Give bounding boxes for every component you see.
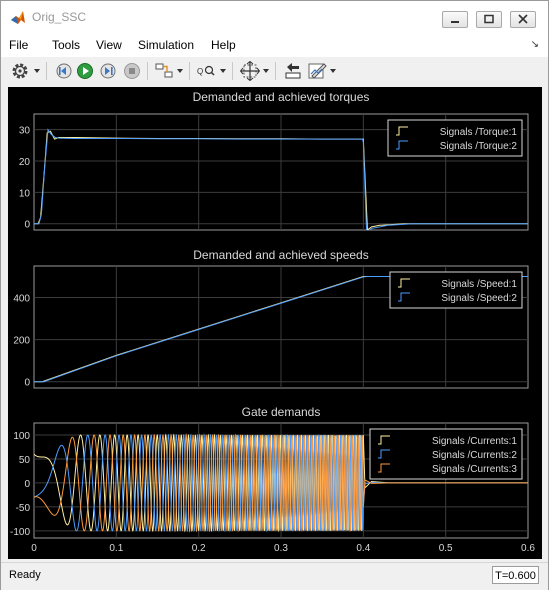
style-button[interactable] xyxy=(307,61,327,81)
y-tick-label: 20 xyxy=(19,157,31,168)
y-tick-label: 0 xyxy=(24,220,30,231)
run-button[interactable] xyxy=(75,61,95,81)
legend-entry: Signals /Currents:3 xyxy=(432,464,517,475)
step-back-icon xyxy=(56,63,72,79)
stop-icon xyxy=(124,63,140,79)
scope-display[interactable]: Demanded and achieved torques 0 10 20 30 Sign… xyxy=(8,87,542,559)
toolbar-separator xyxy=(147,62,148,80)
matlab-logo-icon xyxy=(11,11,25,24)
highlight-dropdown-caret[interactable] xyxy=(177,69,183,73)
minimize-button[interactable] xyxy=(442,11,468,28)
settings-dropdown-caret[interactable] xyxy=(34,69,40,73)
legend[interactable]: Signals /Torque:1 Signals /Torque:2 xyxy=(387,119,523,157)
menu-bar: File Tools View Simulation Help ↘ xyxy=(1,33,548,57)
y-tick-label: 0 xyxy=(24,479,30,490)
scope-window: Orig_SSC File Tools View Simulation Help… xyxy=(0,0,549,590)
y-tick-label: -100 xyxy=(10,527,30,538)
fit-to-view-button[interactable] xyxy=(240,61,260,81)
legend-entry: Signals /Currents:2 xyxy=(432,450,517,461)
x-tick-label: 0.1 xyxy=(109,543,123,554)
close-button[interactable] xyxy=(510,11,536,28)
cursor-measurement-button[interactable] xyxy=(283,61,303,81)
menu-help[interactable]: Help xyxy=(211,38,236,52)
legend-entry: Signals /Torque:1 xyxy=(440,127,518,138)
status-text: Ready xyxy=(9,569,41,581)
scope-axes-2[interactable]: Demanded and achieved speeds 0 200 400 Signa… xyxy=(13,248,529,389)
legend-entry: Signals /Torque:2 xyxy=(440,141,518,152)
dock-icon[interactable]: ↘ xyxy=(531,39,539,50)
x-tick-label: 0.3 xyxy=(274,543,288,554)
x-tick-label: 0.6 xyxy=(521,543,535,554)
zoom-icon: Q xyxy=(197,65,215,76)
status-bar: Ready T=0.600 xyxy=(1,562,548,590)
y-tick-label: -50 xyxy=(16,503,31,514)
menu-tools[interactable]: Tools xyxy=(52,38,80,52)
y-tick-label: 10 xyxy=(19,188,31,199)
cursor-measurement-icon xyxy=(285,63,301,79)
scope-plots[interactable]: Demanded and achieved torques 0 10 20 30 Sign… xyxy=(8,87,542,559)
scope-axes-1[interactable]: Demanded and achieved torques 0 10 20 30 Sign… xyxy=(19,90,529,233)
menu-view[interactable]: View xyxy=(96,38,122,52)
fit-to-view-icon xyxy=(240,61,260,81)
toolbar-separator xyxy=(232,62,233,80)
highlight-block-button[interactable] xyxy=(154,61,174,81)
legend-entry: Signals /Speed:2 xyxy=(441,293,517,304)
legend[interactable]: Signals /Speed:1 Signals /Speed:2 xyxy=(389,271,523,309)
legend-entry: Signals /Speed:1 xyxy=(441,279,517,290)
y-tick-label: 50 xyxy=(19,455,31,466)
scope-axes-3[interactable]: Gate demands -100 -50 0 50 100 0 0.1 0.2 0.3 0.4 0.… xyxy=(10,405,535,554)
y-tick-label: 200 xyxy=(13,336,30,347)
y-tick-label: 100 xyxy=(13,431,30,442)
stop-button[interactable] xyxy=(122,61,142,81)
run-icon xyxy=(77,63,93,79)
x-tick-label: 0.2 xyxy=(192,543,206,554)
plot-title: Demanded and achieved speeds xyxy=(193,248,368,262)
maximize-button[interactable] xyxy=(476,11,502,28)
title-bar: Orig_SSC xyxy=(1,1,548,33)
toolbar-separator xyxy=(46,62,47,80)
y-tick-label: 400 xyxy=(13,294,30,305)
toolbar-separator xyxy=(275,62,276,80)
step-back-button[interactable] xyxy=(53,61,73,81)
simulation-time: T=0.600 xyxy=(492,566,539,584)
menu-simulation[interactable]: Simulation xyxy=(138,38,194,52)
x-tick-label: 0.5 xyxy=(439,543,453,554)
y-tick-label: 0 xyxy=(24,378,30,389)
close-icon xyxy=(518,14,528,24)
step-forward-button[interactable] xyxy=(99,61,119,81)
settings-button[interactable] xyxy=(10,61,30,81)
toolbar-separator xyxy=(189,62,190,80)
minimize-icon xyxy=(451,21,459,23)
y-tick-label: 30 xyxy=(19,126,31,137)
fit-dropdown-caret[interactable] xyxy=(263,69,269,73)
zoom-dropdown-caret[interactable] xyxy=(220,69,226,73)
plot-title: Demanded and achieved torques xyxy=(193,90,370,104)
window-title: Orig_SSC xyxy=(32,10,87,24)
step-forward-icon xyxy=(100,63,116,79)
plot-title: Gate demands xyxy=(242,405,321,419)
legend[interactable]: Signals /Currents:1 Signals /Currents:2 Si… xyxy=(369,428,523,480)
highlight-block-icon xyxy=(155,63,173,78)
style-dropdown-caret[interactable] xyxy=(330,69,336,73)
svg-text:Q: Q xyxy=(197,67,203,76)
x-tick-label: 0 xyxy=(31,543,37,554)
style-icon xyxy=(308,63,327,79)
settings-icon xyxy=(12,63,28,79)
toolbar: Q xyxy=(1,58,548,84)
zoom-button[interactable]: Q xyxy=(197,61,217,81)
maximize-icon xyxy=(484,14,494,24)
x-tick-label: 0.4 xyxy=(356,543,370,554)
menu-file[interactable]: File xyxy=(9,38,28,52)
legend-entry: Signals /Currents:1 xyxy=(432,436,517,447)
